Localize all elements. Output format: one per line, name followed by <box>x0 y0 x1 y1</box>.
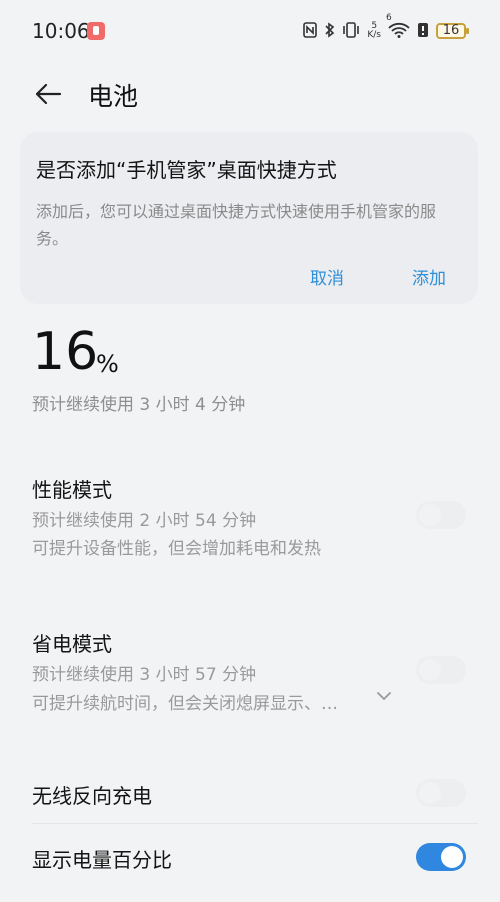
back-arrow-icon[interactable] <box>32 78 64 110</box>
toggle-knob <box>419 504 441 526</box>
toggle-knob <box>441 846 463 868</box>
battery-indicator-icon: 16 <box>436 23 469 39</box>
setting-title: 省电模式 <box>32 632 112 656</box>
setting-estimate: 预计继续使用 3 小时 57 分钟 <box>32 665 257 685</box>
setting-estimate: 预计继续使用 2 小时 54 分钟 <box>32 511 257 531</box>
card-title: 是否添加“手机管家”桌面快捷方式 <box>36 158 337 182</box>
battery-indicator-level: 16 <box>442 23 460 38</box>
show-percentage-toggle[interactable] <box>416 843 466 871</box>
net-speed-unit: K/s <box>367 30 381 40</box>
bluetooth-icon <box>324 21 335 41</box>
shortcut-suggestion-card: 是否添加“手机管家”桌面快捷方式 添加后，您可以通过桌面快捷方式快速使用手机管家… <box>20 132 478 304</box>
wifi-label: 6 <box>386 12 392 23</box>
setting-description: 可提升设备性能，但会增加耗电和发热 <box>32 539 321 559</box>
add-button[interactable]: 添加 <box>412 264 446 289</box>
page-header: 电池 <box>0 70 500 120</box>
page-title: 电池 <box>88 82 139 111</box>
setting-title: 无线反向充电 <box>32 784 152 808</box>
net-speed: 5 K/s <box>367 22 381 40</box>
setting-description: 可提升续航时间，但会关闭熄屏显示、… <box>32 694 338 714</box>
toggle-knob <box>419 782 441 804</box>
notification-app-icon <box>87 22 105 40</box>
battery-percent-unit: % <box>96 350 119 378</box>
card-description: 添加后，您可以通过桌面快捷方式快速使用手机管家的服务。 <box>36 202 437 248</box>
status-icons: 5 K/s 6 16 <box>303 13 469 42</box>
wifi-icon: 6 <box>386 13 410 41</box>
divider <box>32 823 478 824</box>
status-bar: 10:06 5 K/s 6 16 <box>0 0 500 62</box>
reverse-charging-toggle[interactable] <box>416 779 466 807</box>
performance-mode-toggle[interactable] <box>416 501 466 529</box>
battery-estimate: 预计继续使用 3 小时 4 分钟 <box>32 395 246 415</box>
setting-title: 显示电量百分比 <box>32 848 172 872</box>
toggle-knob <box>419 659 441 681</box>
nfc-icon <box>303 21 318 41</box>
battery-percent: 16 <box>32 322 99 382</box>
cancel-button[interactable]: 取消 <box>310 264 344 289</box>
alert-icon <box>417 22 429 41</box>
vibrate-icon <box>342 21 360 41</box>
power-saving-mode-toggle[interactable] <box>416 656 466 684</box>
setting-title: 性能模式 <box>32 478 112 502</box>
chevron-down-icon[interactable] <box>376 688 392 704</box>
status-time: 10:06 <box>32 19 90 43</box>
